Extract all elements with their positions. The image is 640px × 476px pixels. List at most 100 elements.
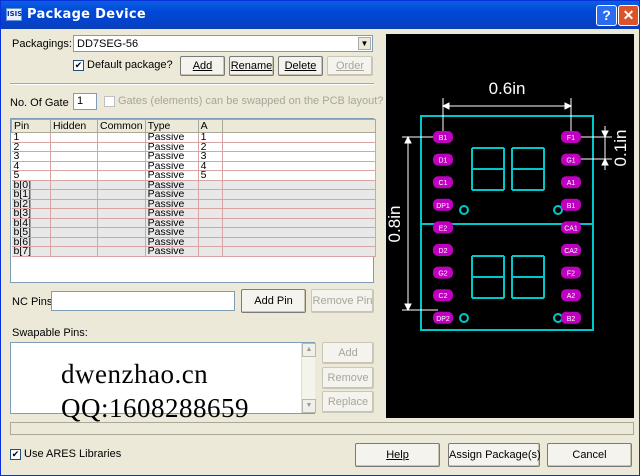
table-row[interactable]: b[4] Passive xyxy=(11,218,376,228)
cell-common[interactable] xyxy=(97,237,146,247)
cell-pin[interactable]: 2 xyxy=(11,142,51,152)
column-header-hidden[interactable]: Hidden xyxy=(50,119,98,133)
cell-pin[interactable]: 3 xyxy=(11,151,51,162)
cell-type[interactable]: Passive xyxy=(145,218,199,228)
cell-hidden[interactable] xyxy=(50,161,98,171)
rename-package-button[interactable]: Rename xyxy=(229,56,274,76)
order-package-button[interactable]: Order xyxy=(327,56,373,76)
cell-type[interactable]: Passive xyxy=(145,189,199,200)
cell-type[interactable]: Passive xyxy=(145,199,199,209)
delete-package-button[interactable]: Delete xyxy=(278,56,323,76)
use-ares-checkbox[interactable]: ✔ xyxy=(10,449,21,460)
cell-a[interactable]: 5 xyxy=(198,170,223,181)
default-package-checkbox[interactable]: ✔ xyxy=(73,60,84,71)
cell-type[interactable]: Passive xyxy=(145,246,199,257)
cell-a[interactable] xyxy=(198,180,223,190)
swap-add-button[interactable]: Add xyxy=(322,342,374,364)
scroll-down-icon[interactable]: ▼ xyxy=(302,399,316,413)
packaging-select[interactable]: DD7SEG-56 ▼ xyxy=(73,35,373,52)
cell-a[interactable] xyxy=(198,199,223,209)
cell-a[interactable]: 2 xyxy=(198,142,223,152)
cell-pin[interactable]: b[4] xyxy=(11,218,51,228)
cell-a[interactable] xyxy=(198,246,223,257)
cell-a[interactable] xyxy=(198,218,223,228)
swap-replace-button[interactable]: Replace xyxy=(322,391,374,413)
cell-type[interactable]: Passive xyxy=(145,227,199,238)
cell-type[interactable]: Passive xyxy=(145,180,199,190)
cell-hidden[interactable] xyxy=(50,199,98,209)
cell-hidden[interactable] xyxy=(50,218,98,228)
cell-type[interactable]: Passive xyxy=(145,170,199,181)
cell-type[interactable]: Passive xyxy=(145,132,199,143)
cell-a[interactable] xyxy=(198,189,223,200)
cell-hidden[interactable] xyxy=(50,208,98,219)
title-bar[interactable]: ISIS Package Device ? ✕ xyxy=(1,1,639,29)
cell-hidden[interactable] xyxy=(50,237,98,247)
pin-table[interactable]: Pin Hidden Common Type A 1 Passive 1 2 Passi… xyxy=(11,119,376,257)
cell-pin[interactable]: b[2] xyxy=(11,199,51,209)
table-row[interactable]: 2 Passive 2 xyxy=(11,142,376,152)
table-row[interactable]: 5 Passive 5 xyxy=(11,170,376,181)
table-row[interactable]: b[3] Passive xyxy=(11,208,376,219)
cell-hidden[interactable] xyxy=(50,142,98,152)
cell-type[interactable]: Passive xyxy=(145,151,199,162)
swapable-scrollbar[interactable]: ▲ ▼ xyxy=(301,343,316,413)
cell-pin[interactable]: b[3] xyxy=(11,208,51,219)
cell-hidden[interactable] xyxy=(50,151,98,162)
column-header-pin[interactable]: Pin xyxy=(11,119,51,133)
cell-common[interactable] xyxy=(97,170,146,181)
cancel-button[interactable]: Cancel xyxy=(547,443,632,467)
cell-common[interactable] xyxy=(97,151,146,162)
cell-a[interactable]: 1 xyxy=(198,132,223,143)
cell-common[interactable] xyxy=(97,246,146,257)
cell-hidden[interactable] xyxy=(50,189,98,200)
cell-pin[interactable]: b[0] xyxy=(11,180,51,190)
cell-a[interactable] xyxy=(198,237,223,247)
chevron-down-icon[interactable]: ▼ xyxy=(358,37,371,50)
cell-pin[interactable]: b[1] xyxy=(11,189,51,200)
cell-pin[interactable]: 1 xyxy=(11,132,51,143)
column-header-a[interactable]: A xyxy=(197,119,223,133)
cell-a[interactable]: 4 xyxy=(198,161,223,171)
help-button[interactable]: Help xyxy=(355,443,440,467)
cell-hidden[interactable] xyxy=(50,170,98,181)
cell-common[interactable] xyxy=(97,132,146,143)
remove-pin-button[interactable]: Remove Pin xyxy=(311,289,374,313)
nc-pins-field[interactable] xyxy=(51,291,235,311)
cell-type[interactable]: Passive xyxy=(145,237,199,247)
column-header-common[interactable]: Common xyxy=(97,119,146,133)
table-row[interactable]: b[5] Passive xyxy=(11,227,376,238)
swap-remove-button[interactable]: Remove xyxy=(322,367,374,389)
table-row[interactable]: b[2] Passive xyxy=(11,199,376,209)
cell-common[interactable] xyxy=(97,199,146,209)
table-row[interactable]: b[0] Passive xyxy=(11,180,376,190)
cell-type[interactable]: Passive xyxy=(145,161,199,171)
cell-a[interactable] xyxy=(198,227,223,238)
table-row[interactable]: 3 Passive 3 xyxy=(11,151,376,162)
cell-pin[interactable]: 5 xyxy=(11,170,51,181)
cell-hidden[interactable] xyxy=(50,132,98,143)
help-title-button[interactable]: ? xyxy=(596,5,617,26)
cell-a[interactable]: 3 xyxy=(198,151,223,162)
close-icon[interactable]: ✕ xyxy=(618,5,639,26)
cell-common[interactable] xyxy=(97,218,146,228)
cell-hidden[interactable] xyxy=(50,246,98,257)
cell-common[interactable] xyxy=(97,208,146,219)
table-row[interactable]: b[6] Passive xyxy=(11,237,376,247)
cell-pin[interactable]: 4 xyxy=(11,161,51,171)
gates-swap-checkbox[interactable] xyxy=(104,96,115,107)
cell-pin[interactable]: b[5] xyxy=(11,227,51,238)
table-row[interactable]: b[1] Passive xyxy=(11,189,376,200)
cell-pin[interactable]: b[7] xyxy=(11,246,51,257)
cell-type[interactable]: Passive xyxy=(145,142,199,152)
add-pin-button[interactable]: Add Pin xyxy=(241,289,306,313)
cell-a[interactable] xyxy=(198,208,223,219)
cell-type[interactable]: Passive xyxy=(145,208,199,219)
cell-pin[interactable]: b[6] xyxy=(11,237,51,247)
table-row[interactable]: 1 Passive 1 xyxy=(11,132,376,143)
cell-common[interactable] xyxy=(97,189,146,200)
cell-common[interactable] xyxy=(97,161,146,171)
cell-hidden[interactable] xyxy=(50,180,98,190)
gates-count-field[interactable]: 1 xyxy=(73,93,97,110)
scroll-up-icon[interactable]: ▲ xyxy=(302,343,316,357)
